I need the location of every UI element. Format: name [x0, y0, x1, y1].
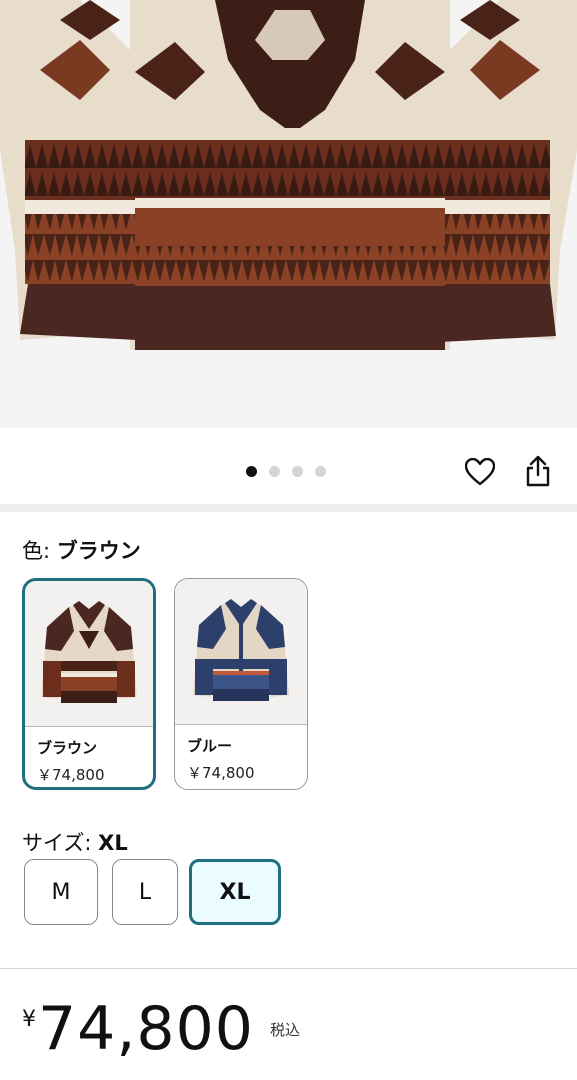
- tax-note: 税込: [269, 1021, 300, 1039]
- carousel-dot-4[interactable]: [315, 466, 326, 477]
- size-option-xl[interactable]: XL: [189, 859, 281, 925]
- product-image[interactable]: [0, 0, 577, 428]
- carousel-dots[interactable]: [246, 466, 326, 477]
- currency-symbol: ¥: [22, 1007, 36, 1032]
- color-thumb-blue: [175, 579, 307, 725]
- carousel-dot-2[interactable]: [269, 466, 280, 477]
- color-selected-value: ブラウン: [56, 539, 141, 563]
- carousel-dot-1[interactable]: [246, 466, 257, 477]
- divider-line: [0, 968, 577, 969]
- brown-sweater-thumbnail: [41, 600, 137, 703]
- price-display: ¥ 74,800 税込: [22, 995, 300, 1063]
- share-button[interactable]: [518, 451, 558, 491]
- carousel-dot-3[interactable]: [292, 466, 303, 477]
- color-option-price: ￥74,800: [37, 766, 105, 784]
- size-option-l[interactable]: L: [112, 859, 178, 925]
- color-option-price: ￥74,800: [187, 764, 255, 782]
- share-icon: [526, 455, 550, 487]
- color-option-name: ブルー: [187, 737, 233, 755]
- blue-sweater-thumbnail: [193, 598, 289, 701]
- heart-icon: [465, 458, 495, 486]
- size-option-m[interactable]: M: [24, 859, 98, 925]
- size-selected-value: XL: [98, 831, 128, 855]
- color-label: 色: ブラウン: [22, 535, 141, 565]
- color-option-name: ブラウン: [37, 739, 98, 757]
- size-label-prefix: サイズ:: [22, 831, 99, 855]
- favorite-button[interactable]: [460, 452, 500, 492]
- section-divider: [0, 504, 577, 512]
- price-amount: 74,800: [38, 994, 254, 1064]
- color-thumb-brown: [25, 581, 153, 727]
- color-option-blue[interactable]: ブルー ￥74,800: [174, 578, 308, 790]
- size-label: サイズ: XL: [22, 827, 128, 857]
- color-option-brown[interactable]: ブラウン ￥74,800: [22, 578, 156, 790]
- color-label-prefix: 色:: [22, 539, 57, 563]
- sweater-illustration: [0, 0, 577, 350]
